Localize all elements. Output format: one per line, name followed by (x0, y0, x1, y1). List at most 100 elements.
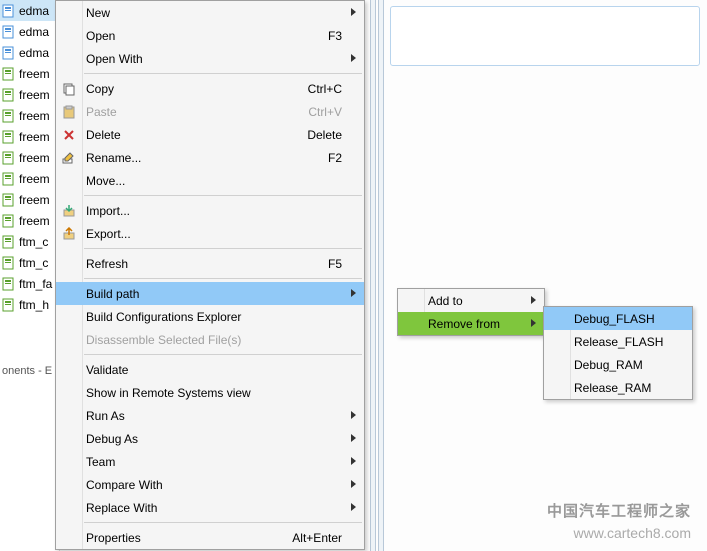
tree-item[interactable]: freem (0, 147, 59, 168)
menu-item-team[interactable]: Team (56, 450, 364, 473)
tree-item[interactable]: freem (0, 189, 59, 210)
submenu-arrow-icon (531, 319, 536, 327)
menu-item-remove-from[interactable]: Remove from (398, 312, 544, 335)
tree-item-label: freem (19, 109, 50, 123)
menu-item-replace-with[interactable]: Replace With (56, 496, 364, 519)
vertical-divider[interactable] (378, 0, 384, 551)
components-label: onents - E (2, 365, 52, 377)
tree-item-label: ftm_c (19, 235, 48, 249)
tree-item[interactable]: edma (0, 42, 59, 63)
tree-item[interactable]: freem (0, 168, 59, 189)
menu-icon-empty (56, 1, 82, 24)
submenu-arrow-icon (531, 296, 536, 304)
menu-item-label: Remove from (424, 317, 544, 331)
remove-from-submenu: Debug_FLASH Release_FLASH Debug_RAMRelease… (543, 306, 693, 400)
menu-icon-empty (56, 24, 82, 47)
menu-item-add-to[interactable]: Add to (398, 289, 544, 312)
tree-item-label: freem (19, 67, 50, 81)
menu-item-disassemble-selected-file-s: Disassemble Selected File(s) (56, 328, 364, 351)
tree-item[interactable]: ftm_fa (0, 273, 59, 294)
menu-icon-empty (56, 358, 82, 381)
file-green-icon (2, 235, 16, 249)
watermark-url: www.cartech8.com (574, 525, 691, 541)
submenu-arrow-icon (351, 480, 356, 488)
menu-shortcut: Delete (307, 128, 364, 142)
menu-item-export[interactable]: Export... (56, 222, 364, 245)
tree-item[interactable]: edma (0, 0, 59, 21)
file-green-icon (2, 88, 16, 102)
tree-item[interactable]: freem (0, 63, 59, 84)
tree-item[interactable]: ftm_h (0, 294, 59, 315)
menu-icon-empty (56, 404, 82, 427)
menu-icon-empty (398, 312, 424, 335)
menu-item-import[interactable]: Import... (56, 199, 364, 222)
menu-shortcut: F2 (328, 151, 364, 165)
tree-item[interactable]: edma (0, 21, 59, 42)
submenu-arrow-icon (351, 503, 356, 511)
tree-item[interactable]: freem (0, 84, 59, 105)
menu-item-delete[interactable]: DeleteDelete (56, 123, 364, 146)
file-green-icon (2, 172, 16, 186)
menu-item-new[interactable]: New (56, 1, 364, 24)
menu-item-debug-as[interactable]: Debug As (56, 427, 364, 450)
file-green-icon (2, 130, 16, 144)
file-green-icon (2, 109, 16, 123)
menu-item-debug-ram[interactable]: Debug_RAM (544, 353, 692, 376)
tree-item-label: ftm_h (19, 298, 49, 312)
menu-item-label: Team (82, 455, 364, 469)
menu-item-build-configurations-explorer[interactable]: Build Configurations Explorer (56, 305, 364, 328)
tree-item-label: edma (19, 25, 49, 39)
tree-item-label: freem (19, 130, 50, 144)
menu-item-open[interactable]: OpenF3 (56, 24, 364, 47)
tree-item[interactable]: ftm_c (0, 252, 59, 273)
menu-item-label: Release_FLASH (570, 335, 692, 349)
menu-item-label: Open With (82, 52, 364, 66)
menu-item-move[interactable]: Move... (56, 169, 364, 192)
context-menu: NewOpenF3Open WithCopyCtrl+CPasteCtrl+VD… (55, 0, 365, 550)
tree-item[interactable]: freem (0, 126, 59, 147)
menu-item-validate[interactable]: Validate (56, 358, 364, 381)
menu-shortcut: Alt+Enter (292, 531, 364, 545)
menu-shortcut: Ctrl+V (308, 105, 364, 119)
submenu-arrow-icon (351, 434, 356, 442)
menu-item-properties[interactable]: PropertiesAlt+Enter (56, 526, 364, 549)
menu-item-label: Import... (82, 204, 364, 218)
menu-icon-empty (544, 353, 570, 376)
menu-item-show-in-remote-systems-view[interactable]: Show in Remote Systems view (56, 381, 364, 404)
menu-item-release-flash[interactable]: Release_FLASH (544, 330, 692, 353)
menu-separator (84, 522, 362, 523)
menu-icon-empty (56, 473, 82, 496)
menu-item-label: Open (82, 29, 328, 43)
menu-icon-empty (56, 427, 82, 450)
editor-pane (390, 6, 700, 66)
tree-item-label: edma (19, 46, 49, 60)
import-icon (56, 199, 82, 222)
menu-item-copy[interactable]: CopyCtrl+C (56, 77, 364, 100)
menu-item-debug-flash[interactable]: Debug_FLASH (544, 307, 692, 330)
menu-item-open-with[interactable]: Open With (56, 47, 364, 70)
menu-separator (84, 248, 362, 249)
menu-item-rename[interactable]: Rename...F2 (56, 146, 364, 169)
menu-item-label: Properties (82, 531, 292, 545)
tree-item[interactable]: ftm_c (0, 231, 59, 252)
file-blue-icon (2, 25, 16, 39)
menu-icon-empty (56, 282, 82, 305)
menu-item-run-as[interactable]: Run As (56, 404, 364, 427)
vertical-divider[interactable] (370, 0, 376, 551)
menu-item-label: Validate (82, 363, 364, 377)
tree-item[interactable]: freem (0, 105, 59, 126)
menu-icon-empty (56, 450, 82, 473)
tree-item[interactable]: freem (0, 210, 59, 231)
tree-item-label: ftm_fa (19, 277, 52, 291)
menu-separator (84, 354, 362, 355)
submenu-arrow-icon (351, 54, 356, 62)
delete-icon (56, 123, 82, 146)
menu-item-compare-with[interactable]: Compare With (56, 473, 364, 496)
menu-item-build-path[interactable]: Build path (56, 282, 364, 305)
submenu-arrow-icon (351, 289, 356, 297)
file-green-icon (2, 193, 16, 207)
menu-item-release-ram[interactable]: Release_RAM (544, 376, 692, 399)
menu-item-label: New (82, 6, 364, 20)
menu-shortcut: Ctrl+C (308, 82, 364, 96)
menu-item-refresh[interactable]: RefreshF5 (56, 252, 364, 275)
